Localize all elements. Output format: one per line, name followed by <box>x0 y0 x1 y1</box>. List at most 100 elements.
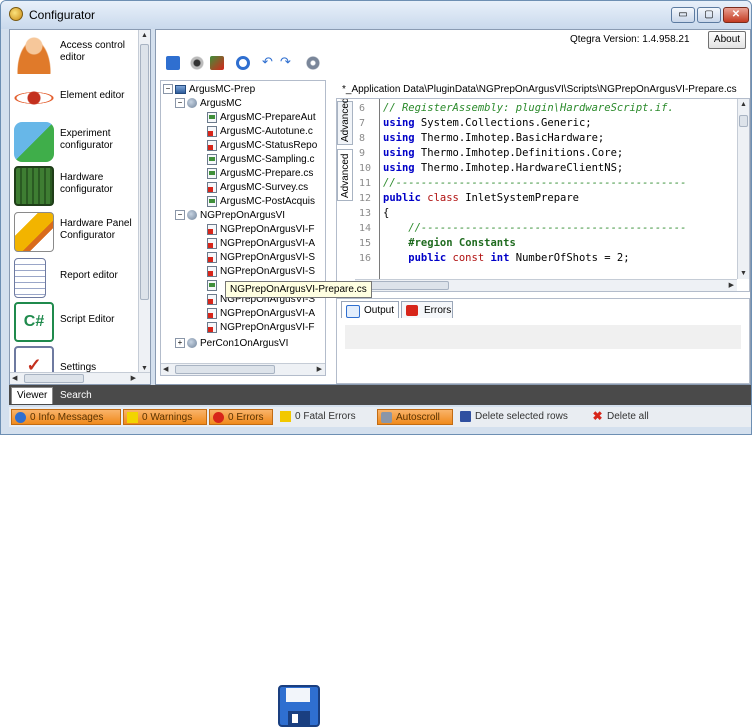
code-line: #region Constants <box>383 236 515 251</box>
save-icon[interactable] <box>166 56 180 70</box>
tree-file[interactable]: ArgusMC-PostAcquis <box>207 195 315 209</box>
tree-file[interactable]: ArgusMC-Sampling.c <box>207 153 314 167</box>
tree-file[interactable]: NGPrepOnArgusVI-S <box>207 251 315 265</box>
tab-errors[interactable]: Errors <box>401 301 453 318</box>
nav-access-control-editor[interactable]: Access control editor <box>12 32 134 76</box>
scroll-thumb[interactable] <box>369 281 449 290</box>
scroll-right-icon[interactable]: ▶ <box>131 374 136 382</box>
scroll-up-icon[interactable]: ▲ <box>141 32 148 39</box>
scroll-up-icon[interactable]: ▲ <box>740 101 747 108</box>
tree-node-group[interactable]: + PerCon1OnArgusVI <box>175 337 288 351</box>
tree-file[interactable]: ArgusMC-Autotune.c <box>207 125 313 139</box>
compile-icon[interactable] <box>210 56 224 70</box>
nav-script-editor[interactable]: C# Script Editor <box>12 300 134 344</box>
tree-hscroll[interactable]: ◀ ▶ <box>161 363 325 375</box>
file-name: ArgusMC-PrepareAut <box>220 112 316 123</box>
about-button[interactable]: About <box>708 31 746 49</box>
line-number: 14 <box>359 223 372 234</box>
scroll-thumb[interactable] <box>739 115 748 127</box>
gear-folder-icon <box>187 210 197 221</box>
scroll-down-icon[interactable]: ▼ <box>740 270 747 277</box>
autoscroll-toggle[interactable]: Autoscroll <box>377 409 453 425</box>
delete-all-button[interactable]: ✖ Delete all <box>589 409 659 425</box>
delete-selected-rows-button[interactable]: Delete selected rows <box>457 409 585 425</box>
collapse-icon[interactable]: − <box>175 210 185 221</box>
code-text: NumberOfShots = 2; <box>509 252 630 264</box>
module-list: Access control editor Element editor Exp… <box>9 29 151 385</box>
tree-node-group[interactable]: − ArgusMC <box>175 97 242 111</box>
tree-file[interactable]: NGPrepOnArgusVI-F <box>207 223 314 237</box>
scroll-thumb[interactable] <box>140 44 149 300</box>
tree-node-root[interactable]: − ArgusMC-Prep <box>163 83 255 97</box>
tree-file[interactable]: ArgusMC-Survey.cs <box>207 181 308 195</box>
view-icon[interactable] <box>190 56 204 70</box>
close-button[interactable]: ✕ <box>723 7 749 23</box>
scroll-right-icon[interactable]: ▶ <box>317 365 322 373</box>
tab-output[interactable]: Output <box>341 301 399 318</box>
tree-file[interactable] <box>207 279 220 293</box>
tree-file[interactable]: ArgusMC-Prepare.cs <box>207 167 313 181</box>
editor-vscroll[interactable]: ▲ ▼ <box>737 99 749 279</box>
line-number: 15 <box>359 238 372 249</box>
nav-hardware-panel-configurator[interactable]: Hardware Panel Configurator <box>12 210 134 254</box>
code-editor[interactable]: Advanced Advanced 6 7 8 9 10 11 12 13 14… <box>336 98 750 292</box>
tree-file[interactable]: NGPrepOnArgusVI-A <box>207 237 315 251</box>
circuit-board-icon <box>14 166 54 206</box>
tab-label: Output <box>364 305 395 316</box>
tab-search[interactable]: Search <box>55 388 97 404</box>
script-error-icon <box>207 265 217 277</box>
delete-rows-icon <box>460 411 471 422</box>
module-list-hscroll[interactable]: ◀ ▶ <box>10 372 150 384</box>
script-error-icon <box>207 251 217 263</box>
line-number: 16 <box>359 253 372 264</box>
file-path: *_Application Data\PluginData\NGPrepOnAr… <box>342 84 737 95</box>
fatal-errors-toggle[interactable]: 0 Fatal Errors <box>277 409 373 425</box>
collapse-icon[interactable]: − <box>163 84 173 95</box>
collapse-icon[interactable]: − <box>175 98 185 109</box>
undo-icon[interactable]: ↶ <box>262 55 276 70</box>
script-ok-icon <box>207 167 217 179</box>
minimize-button[interactable]: ▭ <box>671 7 695 23</box>
nav-hardware-configurator[interactable]: Hardware configurator <box>12 164 134 208</box>
script-ok-icon <box>207 153 217 165</box>
nav-experiment-configurator[interactable]: Experiment configurator <box>12 120 134 164</box>
scroll-thumb[interactable] <box>175 365 275 374</box>
scroll-thumb[interactable] <box>24 374 84 383</box>
scroll-down-icon[interactable]: ▼ <box>141 365 148 372</box>
title-bar[interactable]: Configurator ▭ ▢ ✕ <box>1 1 751 29</box>
nav-label: Hardware configurator <box>60 172 113 195</box>
scroll-left-icon[interactable]: ◀ <box>163 365 168 373</box>
side-tab-advanced[interactable]: Advanced <box>337 99 353 145</box>
script-error-icon <box>207 181 217 193</box>
code-text: Thermo.Imhotep.BasicHardware; <box>414 132 605 144</box>
code-line: { <box>383 206 389 221</box>
settings-icon[interactable] <box>306 56 320 70</box>
tree-file[interactable]: ArgusMC-StatusRepo <box>207 139 317 153</box>
tab-viewer[interactable]: Viewer <box>11 387 54 404</box>
refresh-icon[interactable] <box>236 56 250 70</box>
nav-report-editor[interactable]: Report editor <box>12 256 134 300</box>
editor-hscroll[interactable]: ◀ ▶ <box>355 279 737 291</box>
module-list-vscroll[interactable]: ▲ ▼ <box>138 30 150 374</box>
warnings-toggle[interactable]: 0 Warnings <box>123 409 207 425</box>
tree-node-group[interactable]: − NGPrepOnArgusVI <box>175 209 285 223</box>
line-number: 13 <box>359 208 372 219</box>
scroll-left-icon[interactable]: ◀ <box>12 374 17 382</box>
tree-file[interactable]: NGPrepOnArgusVI-A <box>207 307 315 321</box>
side-tab-label: Advanced <box>340 153 351 198</box>
maximize-button[interactable]: ▢ <box>697 7 721 23</box>
tree-file[interactable]: NGPrepOnArgusVI-S <box>207 265 315 279</box>
errors-toggle[interactable]: 0 Errors <box>209 409 273 425</box>
side-tab-advanced[interactable]: Advanced <box>337 149 353 201</box>
scroll-right-icon[interactable]: ▶ <box>729 281 734 289</box>
nav-element-editor[interactable]: Element editor <box>12 76 134 120</box>
tree-node-label: NGPrepOnArgusVI <box>200 210 286 221</box>
redo-icon[interactable]: ↷ <box>280 55 294 70</box>
script-error-icon <box>207 293 217 305</box>
tree-file[interactable]: ArgusMC-PrepareAut <box>207 111 316 125</box>
expand-icon[interactable]: + <box>175 338 185 349</box>
code-comment: // RegisterAssembly: plugin\HardwareScri… <box>383 102 674 114</box>
tree-file[interactable]: NGPrepOnArgusVI-F <box>207 321 314 335</box>
code-keyword: const <box>446 252 485 264</box>
info-messages-toggle[interactable]: 0 Info Messages <box>11 409 121 425</box>
